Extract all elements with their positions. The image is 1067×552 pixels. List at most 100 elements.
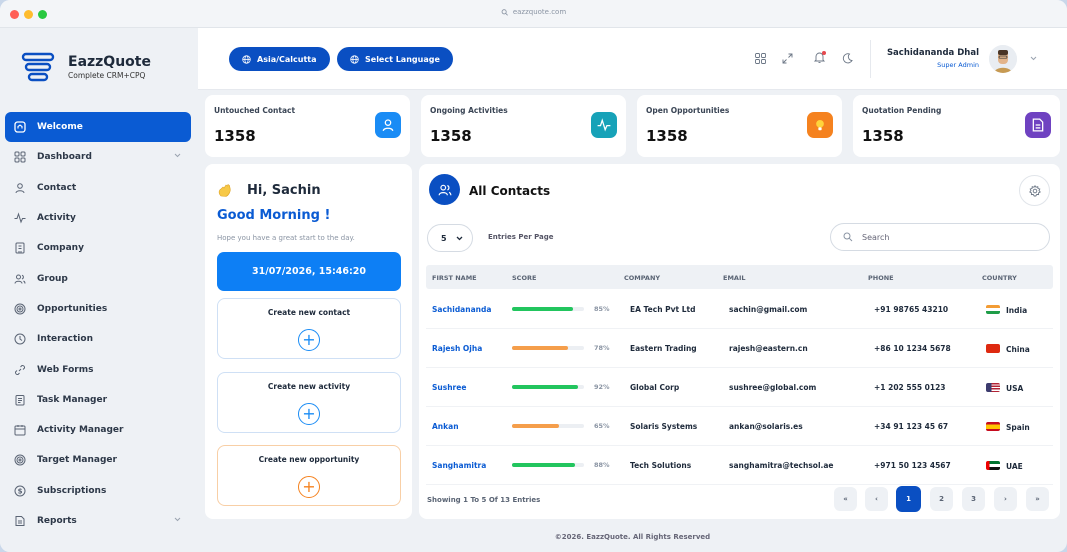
- column-header[interactable]: EMAIL: [723, 274, 746, 282]
- column-header[interactable]: COMPANY: [624, 274, 660, 282]
- stat-card-ongoing-activities[interactable]: Ongoing Activities 1358: [421, 95, 626, 157]
- country-name: USA: [1006, 384, 1024, 393]
- company-cell: Solaris Systems: [630, 422, 698, 431]
- score-bar: [512, 307, 584, 311]
- company-cell: Tech Solutions: [630, 461, 692, 470]
- plus-icon[interactable]: +: [298, 403, 320, 425]
- score-percent: 85%: [594, 305, 610, 313]
- create-opportunity-card[interactable]: Create new opportunity +: [217, 445, 401, 506]
- column-header[interactable]: PHONE: [868, 274, 894, 282]
- stat-value: 1358: [646, 127, 688, 145]
- search-icon: [501, 8, 508, 16]
- country-name: India: [1006, 306, 1028, 315]
- score-percent: 92%: [594, 383, 610, 391]
- prev-page-button[interactable]: ‹: [865, 487, 888, 511]
- stat-card-untouched-contact[interactable]: Untouched Contact 1358: [205, 95, 410, 157]
- table-row[interactable]: Rajesh Ojha 78% Eastern Trading rajesh@e…: [426, 329, 1053, 368]
- score-bar-fill: [512, 424, 559, 428]
- plus-icon[interactable]: +: [298, 476, 320, 498]
- first-page-button[interactable]: «: [834, 487, 857, 511]
- brand-name: EazzQuote: [68, 54, 151, 70]
- minimize-window-button[interactable]: [24, 10, 33, 19]
- sidebar-item-activity[interactable]: Activity: [5, 203, 191, 233]
- sidebar-item-label: Dashboard: [37, 152, 92, 163]
- fullscreen-icon[interactable]: [782, 53, 793, 64]
- search-box[interactable]: [830, 223, 1050, 251]
- sidebar-item-welcome[interactable]: Welcome: [5, 112, 191, 143]
- apps-grid-icon[interactable]: [755, 53, 766, 64]
- sidebar-item-subscriptions[interactable]: $ Subscriptions: [5, 476, 191, 506]
- sidebar-item-dashboard[interactable]: Dashboard: [5, 142, 191, 172]
- waving-hand-icon: [218, 184, 231, 197]
- user-info[interactable]: Sachidananda Dhal Super Admin: [887, 48, 979, 69]
- contact-name-link[interactable]: Sushree: [432, 383, 466, 392]
- sidebar-item-activity-manager[interactable]: Activity Manager: [5, 415, 191, 445]
- close-window-button[interactable]: [10, 10, 19, 19]
- sidebar-item-web-forms[interactable]: Web Forms: [5, 354, 191, 384]
- plus-icon[interactable]: +: [298, 329, 320, 351]
- column-header[interactable]: COUNTRY: [982, 274, 1017, 282]
- entries-per-page-value: 5: [441, 233, 447, 243]
- welcome-panel: Hi, Sachin Good Morning ! Hope you have …: [205, 164, 412, 519]
- column-header[interactable]: SCORE: [512, 274, 536, 282]
- timezone-button[interactable]: Asia/Calcutta: [229, 47, 330, 71]
- search-input[interactable]: [862, 232, 1012, 242]
- chevron-down-icon: [456, 236, 463, 240]
- table-row[interactable]: Sachidananda 85% EA Tech Pvt Ltd sachin@…: [426, 290, 1053, 329]
- contact-name-link[interactable]: Rajesh Ojha: [432, 344, 482, 353]
- create-contact-card[interactable]: Create new contact +: [217, 298, 401, 359]
- brand-logo[interactable]: EazzQuote Complete CRM+CPQ: [20, 52, 151, 82]
- table-row[interactable]: Sanghamitra 88% Tech Solutions sanghamit…: [426, 446, 1053, 485]
- sidebar-item-interaction[interactable]: Interaction: [5, 324, 191, 354]
- column-header[interactable]: FIRST NAME: [432, 274, 477, 282]
- sidebar-item-contact[interactable]: Contact: [5, 173, 191, 203]
- last-page-button[interactable]: »: [1026, 487, 1049, 511]
- create-activity-card[interactable]: Create new activity +: [217, 372, 401, 433]
- next-page-button[interactable]: ›: [994, 487, 1017, 511]
- sidebar-item-label: Interaction: [37, 334, 93, 345]
- country-name: UAE: [1006, 462, 1023, 471]
- page-1-button[interactable]: 1: [896, 486, 921, 512]
- phone-cell: +91 98765 43210: [874, 305, 949, 314]
- select-language-button[interactable]: Select Language: [337, 47, 453, 71]
- stat-value: 1358: [430, 127, 472, 145]
- contact-name-link[interactable]: Sachidananda: [432, 305, 491, 314]
- language-label: Select Language: [365, 54, 440, 64]
- country-cell: UAE: [986, 461, 1023, 471]
- stat-card-open-opportunities[interactable]: Open Opportunities 1358: [637, 95, 842, 157]
- chevron-down-icon[interactable]: [1030, 56, 1037, 61]
- maximize-window-button[interactable]: [38, 10, 47, 19]
- moon-icon[interactable]: [842, 53, 853, 64]
- page-2-button[interactable]: 2: [930, 487, 953, 511]
- sidebar-item-target-manager[interactable]: Target Manager: [5, 445, 191, 475]
- stat-label: Untouched Contact: [214, 106, 296, 115]
- country-cell: Spain: [986, 422, 1030, 432]
- sidebar-nav: Welcome Dashboard Contact Activity Compa…: [5, 112, 191, 536]
- bell-icon[interactable]: [813, 50, 827, 64]
- clipboard-icon: [13, 393, 26, 406]
- avatar[interactable]: [989, 45, 1017, 73]
- phone-cell: +86 10 1234 5678: [874, 344, 951, 353]
- sidebar-item-group[interactable]: Group: [5, 263, 191, 293]
- app-window: eazzquote.com EazzQuote Complete CRM+CPQ…: [0, 0, 1067, 552]
- sidebar-item-label: Web Forms: [37, 364, 94, 375]
- sidebar-item-label: Task Manager: [37, 394, 108, 405]
- sidebar-item-task-manager[interactable]: Task Manager: [5, 385, 191, 415]
- stat-card-quotation-pending[interactable]: Quotation Pending 1358: [853, 95, 1060, 157]
- sidebar-item-opportunities[interactable]: Opportunities: [5, 294, 191, 324]
- contact-name-link[interactable]: Ankan: [432, 422, 459, 431]
- gear-icon: [1028, 184, 1041, 196]
- entries-per-page-select[interactable]: 5: [427, 224, 473, 252]
- table-row[interactable]: Sushree 92% Global Corp sushree@global.c…: [426, 368, 1053, 407]
- sidebar-item-company[interactable]: Company: [5, 233, 191, 263]
- company-cell: Eastern Trading: [630, 344, 697, 353]
- sidebar-item-label: Target Manager: [37, 455, 117, 466]
- settings-button[interactable]: [1019, 175, 1050, 206]
- activity-icon: [13, 212, 26, 225]
- sidebar-item-reports[interactable]: Reports: [5, 506, 191, 536]
- contact-name-link[interactable]: Sanghamitra: [432, 461, 486, 470]
- contacts-panel: All Contacts 5 Entries Per Page FIRST NA…: [419, 164, 1060, 519]
- page-3-button[interactable]: 3: [962, 487, 985, 511]
- table-row[interactable]: Ankan 65% Solaris Systems ankan@solaris.…: [426, 407, 1053, 446]
- address-bar[interactable]: eazzquote.com: [501, 8, 566, 16]
